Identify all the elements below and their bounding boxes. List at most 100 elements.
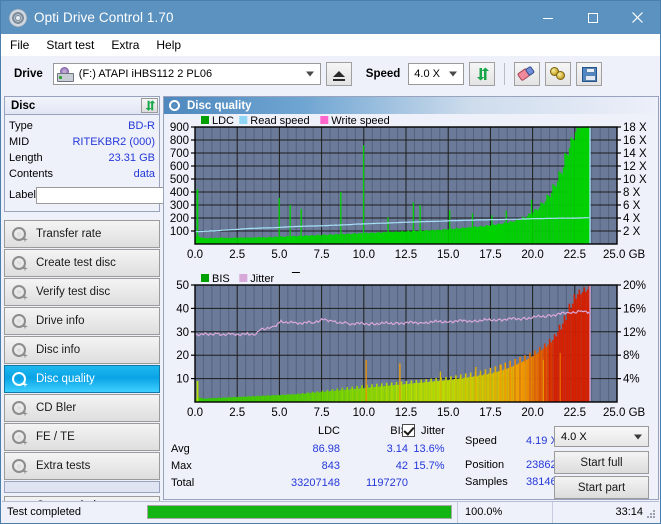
disc-row-length: Length 23.31 GB: [9, 150, 155, 166]
start-full-button[interactable]: Start full: [554, 451, 649, 474]
svg-text:16%: 16%: [623, 303, 646, 315]
status-text: Test completed: [7, 506, 81, 518]
discs-button[interactable]: [545, 62, 572, 86]
svg-text:5.0: 5.0: [271, 407, 287, 419]
ldc-chart[interactable]: LDC Read speed Write speed1002003004005006…: [164, 114, 658, 272]
disc-icon: [12, 313, 28, 330]
sidebar-item-drive-info[interactable]: Drive info: [4, 307, 160, 335]
disc-quality-panel: Disc quality LDC Read speed Write speed 10 0…: [163, 96, 659, 500]
svg-text:200: 200: [170, 213, 189, 225]
svg-text:0.0: 0.0: [187, 249, 203, 261]
sidebar-item-label: Verify test disc: [36, 286, 111, 298]
save-button[interactable]: [576, 62, 603, 86]
progress-fill: [148, 506, 451, 518]
minimize-icon[interactable]: [525, 1, 570, 34]
jitter-label: Jitter: [421, 425, 445, 437]
progress-percent: 100.0%: [457, 501, 552, 523]
disc-row-type-key: Type: [9, 120, 33, 132]
svg-text:30: 30: [176, 327, 189, 339]
menu-help[interactable]: Help: [156, 38, 181, 52]
menu-file[interactable]: File: [10, 38, 29, 52]
svg-text:7.5: 7.5: [314, 249, 330, 261]
svg-text:10: 10: [176, 374, 189, 386]
svg-text:10.0: 10.0: [353, 249, 375, 261]
menu-extra[interactable]: Extra: [111, 38, 139, 52]
disc-quality-icon: [169, 99, 181, 112]
sidebar-item-fe-te[interactable]: FE / TE: [4, 423, 160, 451]
svg-text:17.5: 17.5: [479, 249, 501, 261]
stats-row-max-label: Max: [171, 460, 192, 472]
menu-start-test[interactable]: Start test: [46, 38, 94, 52]
svg-text:18 X: 18 X: [623, 122, 647, 134]
sidebar-item-disc-info[interactable]: Disc info: [4, 336, 160, 364]
disc-icon: [12, 255, 28, 272]
sidebar-item-extra-tests[interactable]: Extra tests: [4, 452, 160, 480]
svg-text:Write speed: Write speed: [331, 115, 390, 127]
sidebar-item-transfer-rate[interactable]: Transfer rate: [4, 220, 160, 248]
toolbar-divider: [504, 63, 506, 85]
elapsed-time: 33:14: [552, 501, 659, 523]
stats-header-ldc: LDC: [317, 425, 340, 437]
speed-select[interactable]: 4.0 X: [408, 63, 465, 85]
sidebar-item-verify-test-disc[interactable]: Verify test disc: [4, 278, 160, 306]
svg-text:14 X: 14 X: [623, 148, 647, 160]
stats-avg-bis: 3.14: [386, 443, 408, 455]
svg-text:700: 700: [170, 148, 189, 160]
disc-refresh-button[interactable]: [141, 98, 158, 113]
svg-text:10.0: 10.0: [353, 407, 375, 419]
disc-icon: [12, 400, 28, 417]
refresh-button[interactable]: [469, 62, 496, 86]
drive-select[interactable]: (F:) ATAPI iHBS112 2 PL06: [52, 63, 321, 85]
svg-text:50: 50: [176, 280, 189, 292]
svg-text:Jitter: Jitter: [250, 273, 274, 285]
chevron-down-icon: [634, 434, 642, 439]
resize-grip-icon[interactable]: [646, 509, 656, 519]
svg-text:12%: 12%: [623, 327, 646, 339]
start-part-label: Start part: [577, 481, 626, 494]
maximize-icon[interactable]: [570, 1, 615, 34]
svg-text:17.5: 17.5: [479, 407, 501, 419]
stats-total-bis: 1197270: [365, 477, 408, 489]
disc-panel-title: Disc: [11, 99, 36, 112]
speed-label: Speed: [365, 68, 401, 80]
sidebar-item-label: Transfer rate: [36, 228, 102, 240]
svg-text:BIS: BIS: [212, 273, 230, 285]
sidebar-item-label: Drive info: [36, 315, 85, 327]
sidebar-item-create-test-disc[interactable]: Create test disc: [4, 249, 160, 277]
stats-avg-ldc: 86.98: [312, 443, 340, 455]
sidebar-item-cd-bler[interactable]: CD Bler: [4, 394, 160, 422]
start-full-label: Start full: [580, 456, 623, 469]
eject-button[interactable]: [325, 62, 352, 86]
start-part-button[interactable]: Start part: [554, 476, 649, 499]
svg-text:16 X: 16 X: [623, 135, 647, 147]
bis-jitter-chart[interactable]: BIS Jitter 10 20 30 40 50 4% 8% 12% 16% 20% 0.0 2.5 5.…: [164, 272, 658, 430]
disc-row-contents: Contents data: [9, 166, 155, 182]
svg-text:20.0: 20.0: [521, 249, 543, 261]
disc-icon: [12, 371, 28, 388]
erase-button[interactable]: [514, 62, 541, 86]
disc-icon: [12, 429, 28, 446]
test-speed-select-value: 4.0 X: [561, 430, 587, 443]
svg-text:40: 40: [176, 303, 189, 315]
panel-header: Disc quality: [164, 97, 658, 114]
test-speed-select[interactable]: 4.0 X: [554, 426, 649, 447]
menu-bar: File Start test Extra Help: [1, 34, 660, 56]
svg-text:20.0: 20.0: [521, 407, 543, 419]
svg-text:5.0: 5.0: [271, 249, 287, 261]
disc-row-type-value: BD-R: [128, 120, 155, 132]
drive-label: Drive: [14, 68, 43, 80]
svg-text:Read speed: Read speed: [250, 115, 309, 127]
disc-info-body: Type BD-R MID RITEKBR2 (000) Length 23.3…: [4, 115, 238, 212]
svg-text:20: 20: [176, 350, 189, 362]
close-icon[interactable]: [615, 1, 660, 34]
svg-text:600: 600: [170, 161, 189, 173]
svg-text:0.0: 0.0: [187, 407, 203, 419]
stats-header-bis: BIS: [390, 425, 408, 437]
jitter-checkbox[interactable]: [402, 424, 415, 437]
sidebar-item-label: FE / TE: [36, 431, 75, 443]
sidebar-item-disc-quality[interactable]: Disc quality: [4, 365, 160, 393]
svg-text:12.5: 12.5: [395, 249, 417, 261]
charts-area: LDC Read speed Write speed 100 200 300 400 500 6…: [164, 114, 658, 430]
svg-text:4%: 4%: [623, 374, 640, 386]
nav-spacer: [4, 481, 160, 493]
